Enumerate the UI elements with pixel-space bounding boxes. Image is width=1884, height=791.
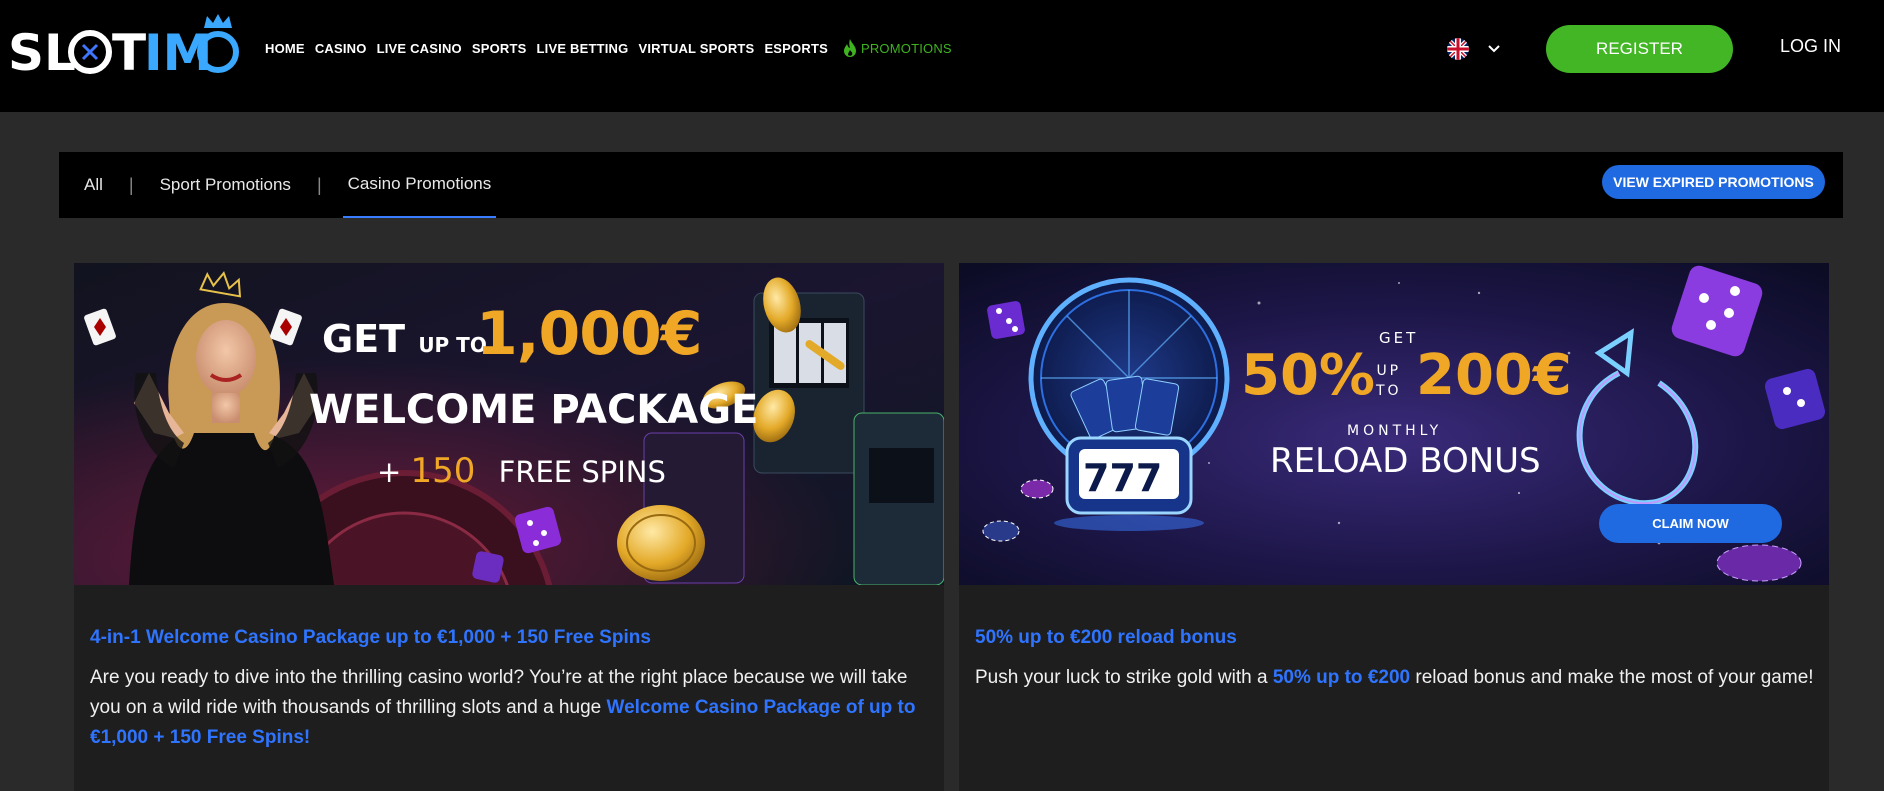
welcome-free-spins: + 150 FREE SPINS	[377, 451, 666, 491]
reload-headline: RELOAD BONUS	[1270, 441, 1541, 481]
chevron-down-icon	[1488, 45, 1500, 53]
reload-desc-highlight: 50% up to €200	[1272, 667, 1411, 688]
welcome-spins-label: FREE SPINS	[498, 455, 666, 489]
uk-flag-icon	[1447, 38, 1469, 60]
tab-separator: |	[316, 174, 322, 195]
reload-desc-text: Push your luck to strike gold with a	[975, 667, 1273, 688]
welcome-banner[interactable]: GET UP TO 1,000€ WELCOME PACKAGE + 150 F…	[74, 263, 944, 585]
welcome-get-word: GET	[322, 317, 406, 361]
flame-icon	[843, 39, 856, 57]
promotion-tabs: All | Sport Promotions | Casino Promotio…	[84, 152, 497, 218]
nav-virtual-sports[interactable]: VIRTUAL SPORTS	[638, 41, 754, 56]
reload-monthly: MONTHLY	[1347, 423, 1443, 439]
nav-casino[interactable]: CASINO	[315, 41, 367, 56]
reload-desc-suffix: reload bonus and make the most of your g…	[1410, 667, 1814, 688]
tab-casino-promotions[interactable]: Casino Promotions	[342, 152, 497, 218]
reload-amount: 200€	[1416, 343, 1572, 408]
nav-home[interactable]: HOME	[265, 41, 305, 56]
welcome-plus: +	[377, 455, 402, 489]
svg-text:SL: SL	[8, 24, 76, 82]
svg-text:777: 777	[1083, 456, 1162, 500]
reload-up: UP	[1376, 363, 1402, 379]
welcome-card-description: Are you ready to dive into the thrilling…	[90, 663, 930, 753]
welcome-spins-count: 150	[410, 451, 476, 491]
reload-percent: 50%	[1241, 343, 1376, 408]
svg-text:T: T	[112, 24, 146, 82]
reload-card-title[interactable]: 50% up to €200 reload bonus	[975, 627, 1237, 649]
reload-get: GET	[1379, 329, 1419, 347]
language-selector[interactable]	[1447, 38, 1501, 60]
welcome-card-title[interactable]: 4-in-1 Welcome Casino Package up to €1,0…	[90, 627, 651, 649]
tab-sport-promotions[interactable]: Sport Promotions	[160, 152, 291, 218]
welcome-amount: 1,000€	[476, 299, 703, 369]
nav-sports[interactable]: SPORTS	[472, 41, 527, 56]
tab-separator: |	[128, 174, 134, 195]
logo-graphic: SL T IM	[8, 14, 239, 82]
slotimo-logo[interactable]: SL T IM	[8, 14, 240, 82]
reload-up-to: UP TO	[1376, 361, 1402, 401]
nav-live-betting[interactable]: LIVE BETTING	[537, 41, 629, 56]
reload-card-description: Push your luck to strike gold with a 50%…	[975, 663, 1815, 693]
welcome-headline: WELCOME PACKAGE	[309, 387, 759, 433]
login-link[interactable]: LOG IN	[1780, 36, 1841, 57]
nav-esports[interactable]: ESPORTS	[764, 41, 828, 56]
main-nav: HOME CASINO LIVE CASINO SPORTS LIVE BETT…	[265, 38, 952, 58]
view-expired-promotions-button[interactable]: VIEW EXPIRED PROMOTIONS	[1602, 165, 1825, 199]
reload-to: TO	[1376, 383, 1402, 399]
reload-banner[interactable]: 777 GET 50% UP TO 200€ MONTHLY RELOAD BO…	[959, 263, 1829, 585]
nav-promotions[interactable]: PROMOTIONS	[842, 38, 952, 58]
promo-card-reload: 777 GET 50% UP TO 200€ MONTHLY RELOAD BO…	[959, 263, 1829, 791]
site-header: SL T IM HOME CASINO LIVE CASINO SPORTS L…	[0, 0, 1884, 112]
nav-live-casino[interactable]: LIVE CASINO	[377, 41, 462, 56]
promo-card-welcome: GET UP TO 1,000€ WELCOME PACKAGE + 150 F…	[74, 263, 944, 791]
promotions-label: PROMOTIONS	[860, 40, 952, 56]
claim-now-button[interactable]: CLAIM NOW	[1599, 504, 1782, 543]
welcome-get: GET UP TO	[322, 317, 487, 361]
promotions-tabbar: All | Sport Promotions | Casino Promotio…	[59, 152, 1843, 218]
register-button[interactable]: REGISTER	[1546, 25, 1733, 73]
tab-all[interactable]: All	[84, 152, 103, 218]
